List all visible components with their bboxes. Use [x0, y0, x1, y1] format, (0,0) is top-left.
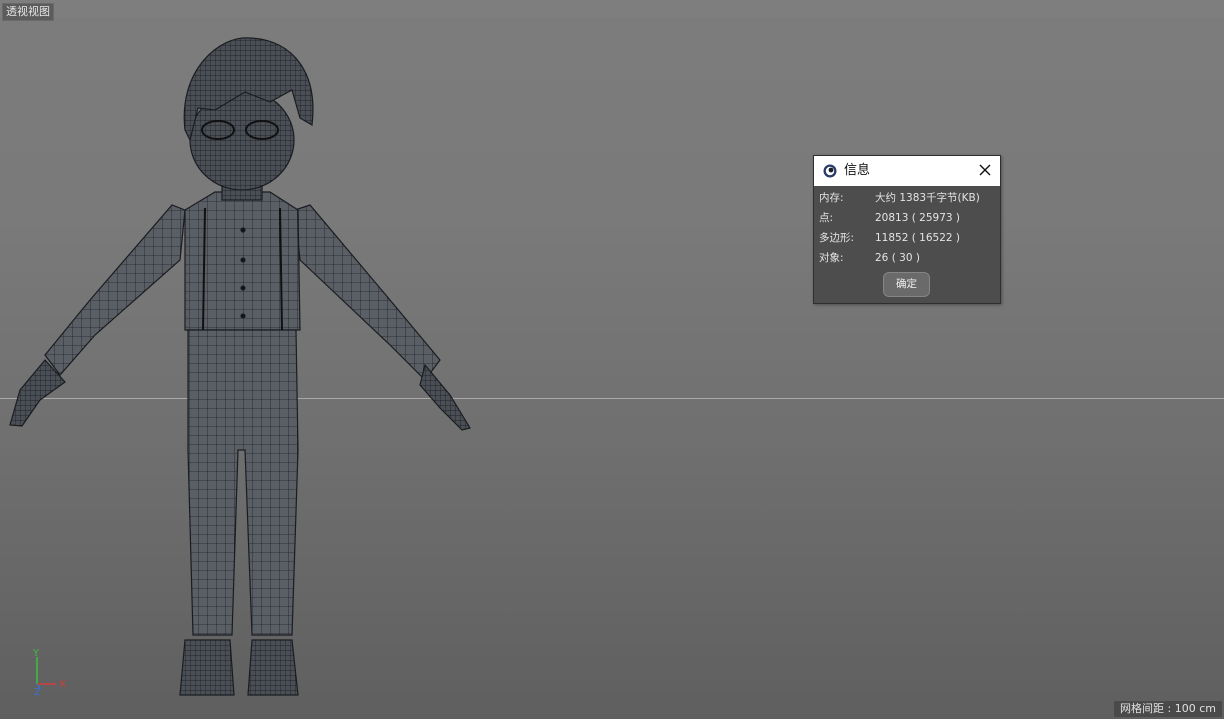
- right-hand: [419, 363, 471, 431]
- left-shoe: [179, 639, 235, 696]
- close-icon[interactable]: [978, 163, 992, 177]
- left-arm: [44, 204, 186, 376]
- character-model[interactable]: [0, 30, 490, 710]
- info-value: 11852 ( 16522 ): [875, 232, 961, 244]
- info-key: 内存:: [819, 192, 844, 204]
- info-value: 20813 ( 25973 ): [875, 212, 961, 224]
- info-key: 对象:: [819, 252, 844, 264]
- pants: [187, 329, 299, 636]
- cinema4d-logo-icon: [823, 164, 837, 178]
- info-value: 26 ( 30 ): [875, 252, 920, 264]
- axis-z-label: Z: [34, 687, 41, 696]
- viewport-header-strip: [0, 0, 1224, 18]
- dialog-title: 信息: [844, 163, 871, 178]
- info-dialog[interactable]: 信息 内存: 大约 1383千字节(KB) 点: 20813 ( 25973 )…: [813, 155, 1001, 304]
- axis-x-label: X: [59, 679, 66, 690]
- dialog-title-bar[interactable]: 信息: [814, 156, 1000, 186]
- axis-gizmo: Y X Z: [32, 648, 66, 696]
- axis-y-label: Y: [32, 648, 40, 659]
- right-shoe: [247, 639, 299, 696]
- info-value: 大约 1383千字节(KB): [875, 192, 980, 204]
- grid-spacing-status: 网格间距 : 100 cm: [1114, 701, 1222, 717]
- info-key: 多边形:: [819, 232, 855, 244]
- right-arm: [294, 204, 441, 381]
- viewport-label[interactable]: 透视视图: [2, 3, 54, 21]
- info-key: 点:: [819, 212, 834, 224]
- ok-button[interactable]: 确定: [883, 272, 930, 297]
- perspective-viewport[interactable]: 透视视图 Y X Z 网格间距: 100 cm: [0, 0, 1224, 719]
